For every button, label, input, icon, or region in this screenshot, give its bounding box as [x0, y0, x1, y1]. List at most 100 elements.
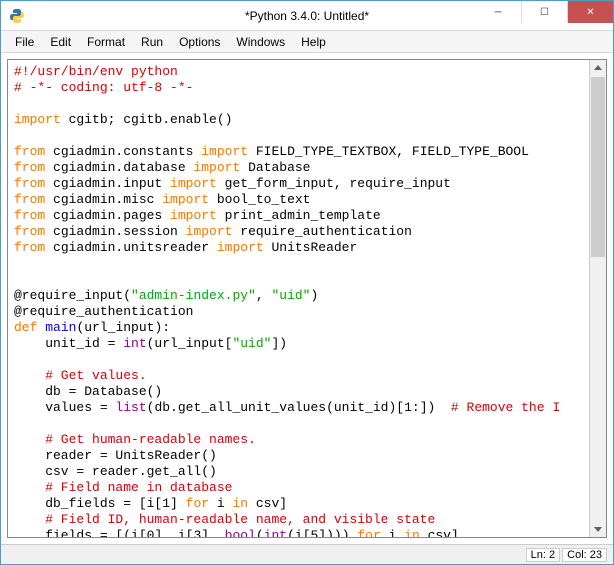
- minimize-button[interactable]: ─: [475, 1, 521, 23]
- code-line: reader = UnitsReader(): [14, 448, 217, 463]
- code-token: # Remove the I: [451, 400, 560, 415]
- code-token: import: [201, 144, 248, 159]
- code-token: cgiadmin.database: [45, 160, 193, 175]
- code-token: fields = [(i[: [14, 528, 147, 537]
- code-token: in: [404, 528, 420, 537]
- app-icon: [9, 8, 25, 24]
- code-token: values =: [14, 400, 115, 415]
- code-token: int: [264, 528, 287, 537]
- menu-edit[interactable]: Edit: [42, 33, 79, 51]
- code-line: @require_authentication: [14, 304, 193, 319]
- code-token: csv]: [420, 528, 459, 537]
- code-editor[interactable]: #!/usr/bin/env python # -*- coding: utf-…: [8, 60, 589, 537]
- code-token: require_authentication: [232, 224, 411, 239]
- code-token: cgiadmin.unitsreader: [45, 240, 217, 255]
- code-token: 1: [404, 400, 412, 415]
- code-token: bool_to_text: [209, 192, 310, 207]
- code-token: UnitsReader: [264, 240, 358, 255]
- code-token: csv]: [248, 496, 287, 511]
- menu-windows[interactable]: Windows: [228, 33, 293, 51]
- code-token: ,: [256, 288, 272, 303]
- titlebar: *Python 3.4.0: Untitled* ─ ☐ ✕: [1, 1, 613, 31]
- code-token: i: [381, 528, 404, 537]
- code-token: :]): [412, 400, 451, 415]
- code-token: ],: [201, 528, 224, 537]
- code-token: import: [186, 224, 233, 239]
- code-token: (: [123, 288, 131, 303]
- scrollbar-thumb[interactable]: [591, 77, 605, 257]
- menu-help[interactable]: Help: [293, 33, 334, 51]
- maximize-button[interactable]: ☐: [521, 1, 567, 23]
- window-controls: ─ ☐ ✕: [475, 1, 613, 30]
- code-token: from: [14, 144, 45, 159]
- editor-area: #!/usr/bin/env python # -*- coding: utf-…: [7, 59, 607, 538]
- menu-run[interactable]: Run: [133, 33, 171, 51]
- code-token: get_form_input, require_input: [217, 176, 451, 191]
- code-token: (db.get_all_unit_values(unit_id)[: [147, 400, 404, 415]
- code-token: "uid": [232, 336, 271, 351]
- code-line: # Field name in database: [14, 480, 232, 495]
- code-token: "uid": [271, 288, 310, 303]
- code-token: in: [232, 496, 248, 511]
- code-line: #!/usr/bin/env python: [14, 64, 178, 79]
- code-token: from: [14, 224, 45, 239]
- code-token: "admin-index.py": [131, 288, 256, 303]
- code-token: cgiadmin.misc: [45, 192, 162, 207]
- status-line: Ln: 2: [526, 548, 560, 562]
- close-button[interactable]: ✕: [567, 1, 613, 23]
- code-token: cgiadmin.input: [45, 176, 170, 191]
- code-token: ]))): [318, 528, 357, 537]
- code-token: from: [14, 176, 45, 191]
- code-token: (i[: [287, 528, 310, 537]
- code-token: ): [310, 288, 318, 303]
- code-token: from: [14, 240, 45, 255]
- code-token: import: [14, 112, 61, 127]
- code-token: ]): [271, 336, 287, 351]
- menu-options[interactable]: Options: [171, 33, 228, 51]
- code-token: Database: [240, 160, 310, 175]
- code-token: import: [162, 192, 209, 207]
- menu-file[interactable]: File: [7, 33, 42, 51]
- code-token: import: [217, 240, 264, 255]
- code-token: from: [14, 208, 45, 223]
- menubar: File Edit Format Run Options Windows Hel…: [1, 31, 613, 53]
- code-line: csv = reader.get_all(): [14, 464, 217, 479]
- code-token: import: [170, 208, 217, 223]
- code-token: import: [170, 176, 217, 191]
- code-token: db_fields = [i[: [14, 496, 162, 511]
- code-token: int: [123, 336, 146, 351]
- code-token: unit_id =: [14, 336, 123, 351]
- code-token: ]: [170, 496, 186, 511]
- code-line: # Get human-readable names.: [14, 432, 256, 447]
- code-token: i: [209, 496, 232, 511]
- code-token: FIELD_TYPE_TEXTBOX, FIELD_TYPE_BOOL: [248, 144, 529, 159]
- code-token: import: [193, 160, 240, 175]
- code-token: for: [186, 496, 209, 511]
- code-token: print_admin_template: [217, 208, 381, 223]
- code-token: (: [256, 528, 264, 537]
- status-col: Col: 23: [562, 548, 607, 562]
- code-token: def: [14, 320, 37, 335]
- code-token: cgiadmin.session: [45, 224, 185, 239]
- code-token: cgitb; cgitb.enable(): [61, 112, 233, 127]
- code-token: for: [357, 528, 380, 537]
- code-line: # Field ID, human-readable name, and vis…: [14, 512, 435, 527]
- code-token: ], i[: [154, 528, 193, 537]
- code-token: 1: [162, 496, 170, 511]
- code-line: # Get values.: [14, 368, 147, 383]
- code-line: # -*- coding: utf-8 -*-: [14, 80, 193, 95]
- code-token: list: [115, 400, 146, 415]
- vertical-scrollbar[interactable]: [589, 60, 606, 537]
- menu-format[interactable]: Format: [79, 33, 133, 51]
- code-token: (url_input):: [76, 320, 170, 335]
- code-token: cgiadmin.constants: [45, 144, 201, 159]
- code-line: db = Database(): [14, 384, 162, 399]
- code-token: bool: [225, 528, 256, 537]
- code-token: cgiadmin.pages: [45, 208, 170, 223]
- code-token: from: [14, 160, 45, 175]
- code-token: @require_input: [14, 288, 123, 303]
- code-token: (url_input[: [147, 336, 233, 351]
- code-token: from: [14, 192, 45, 207]
- code-token: main: [45, 320, 76, 335]
- statusbar: Ln: 2 Col: 23: [1, 544, 613, 564]
